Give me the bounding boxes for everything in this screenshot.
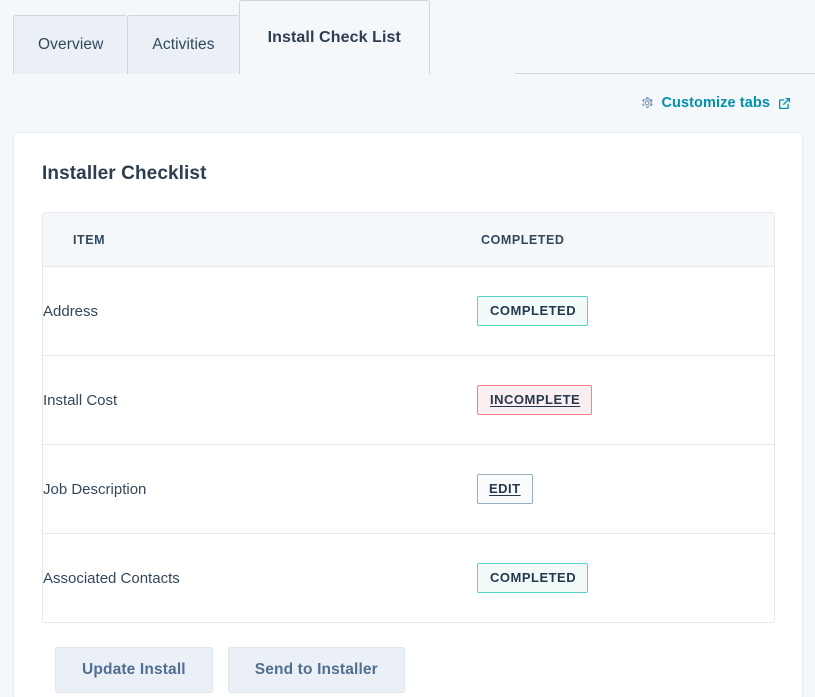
column-header-item: ITEM xyxy=(43,213,477,267)
installer-checklist-card: Installer Checklist ITEM COMPLETED Addre… xyxy=(13,132,803,697)
tab-install-check-list-label: Install Check List xyxy=(267,28,401,46)
row-status-cell: INCOMPLETE xyxy=(477,355,774,445)
gear-icon xyxy=(640,96,654,110)
tab-install-check-list[interactable]: Install Check List xyxy=(238,0,430,74)
row-status-cell: COMPLETED xyxy=(477,533,774,622)
update-install-button[interactable]: Update Install xyxy=(55,647,213,693)
tab-strip-spacer xyxy=(0,0,13,74)
tab-overview-label: Overview xyxy=(38,36,104,54)
action-button-group: Update Install Send to Installer xyxy=(14,623,802,693)
table-header-row: ITEM COMPLETED xyxy=(43,213,774,267)
table-row: Install Cost INCOMPLETE xyxy=(43,355,774,445)
row-item-label: Job Description xyxy=(43,444,477,534)
tab-overview[interactable]: Overview xyxy=(13,15,129,74)
checklist-table-head: ITEM COMPLETED xyxy=(43,213,774,267)
tab-activities[interactable]: Activities xyxy=(127,15,240,74)
customize-tabs-row: Customize tabs xyxy=(0,74,815,132)
column-header-completed: COMPLETED xyxy=(477,213,774,267)
row-item-label: Associated Contacts xyxy=(43,533,477,622)
table-row: Address COMPLETED xyxy=(43,266,774,356)
customize-tabs-link[interactable]: Customize tabs xyxy=(640,95,791,111)
table-row: Job Description EDIT xyxy=(43,444,774,534)
page-title: Installer Checklist xyxy=(42,163,207,184)
status-badge-completed[interactable]: COMPLETED xyxy=(477,562,589,594)
tab-activities-label: Activities xyxy=(152,36,215,54)
table-row: Associated Contacts COMPLETED xyxy=(43,533,774,622)
row-status-cell: EDIT xyxy=(477,444,774,534)
tab-strip: Overview Activities Install Check List xyxy=(0,0,815,74)
row-item-label: Address xyxy=(43,266,477,356)
checklist-table-container: ITEM COMPLETED Address COMPLETED Install… xyxy=(42,212,775,623)
customize-tabs-label: Customize tabs xyxy=(661,95,770,111)
checklist-table-body: Address COMPLETED Install Cost INCOMPLET… xyxy=(43,266,774,622)
status-badge-completed[interactable]: COMPLETED xyxy=(477,295,589,327)
row-item-label: Install Cost xyxy=(43,355,477,445)
send-to-installer-button[interactable]: Send to Installer xyxy=(227,647,405,693)
checklist-table: ITEM COMPLETED Address COMPLETED Install… xyxy=(43,213,774,622)
status-badge-edit[interactable]: EDIT xyxy=(477,473,533,505)
row-status-cell: COMPLETED xyxy=(477,266,774,356)
status-badge-incomplete[interactable]: INCOMPLETE xyxy=(477,384,593,416)
external-link-icon xyxy=(778,97,791,110)
